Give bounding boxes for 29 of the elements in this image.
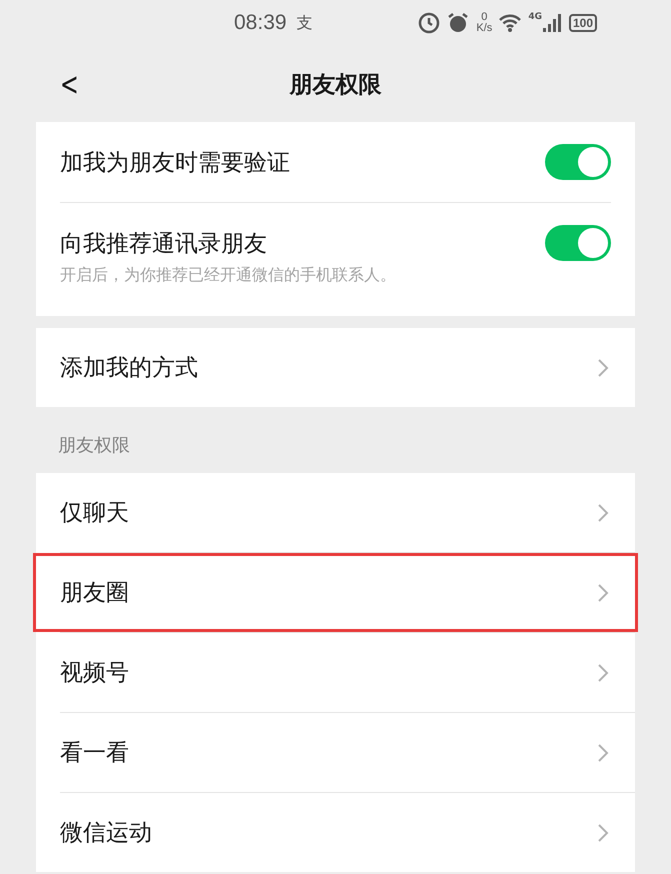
chevron-icon bbox=[597, 662, 609, 682]
toggle-switch[interactable] bbox=[545, 144, 611, 180]
network-speed: 0 K/s bbox=[476, 12, 492, 34]
menu-item[interactable]: 仅聊天 bbox=[33, 473, 638, 552]
page-title: 朋友权限 bbox=[290, 70, 382, 100]
setting-label: 加我为朋友时需要验证 bbox=[60, 148, 290, 178]
setting-label: 向我推荐通讯录朋友 bbox=[60, 230, 267, 258]
battery-level: 100 bbox=[568, 14, 597, 32]
clock-icon bbox=[418, 12, 440, 34]
back-button[interactable]: < bbox=[56, 65, 83, 103]
menu-item[interactable]: 朋友圈 bbox=[33, 553, 638, 632]
chevron-icon bbox=[597, 502, 609, 522]
menu-item[interactable]: 视频号 bbox=[33, 633, 638, 712]
signal-icon bbox=[542, 14, 563, 32]
status-time: 08:39 bbox=[234, 11, 287, 35]
wifi-icon bbox=[498, 13, 522, 33]
alarm-icon bbox=[446, 11, 470, 35]
network-type: 4G bbox=[528, 12, 542, 22]
menu-item[interactable]: 微信运动 bbox=[33, 793, 638, 872]
menu-item[interactable]: 添加我的方式 bbox=[33, 328, 638, 407]
chevron-icon bbox=[597, 358, 609, 378]
chevron-icon bbox=[597, 582, 609, 602]
chevron-icon bbox=[597, 822, 609, 842]
menu-item[interactable]: 看一看 bbox=[33, 713, 638, 792]
toggle-switch[interactable] bbox=[545, 225, 611, 261]
chevron-icon bbox=[597, 742, 609, 762]
notification-icon: 支 bbox=[296, 12, 313, 34]
section-title: 朋友权限 bbox=[57, 434, 131, 458]
setting-hint: 开启后，为你推荐已经开通微信的手机联系人。 bbox=[60, 265, 397, 286]
